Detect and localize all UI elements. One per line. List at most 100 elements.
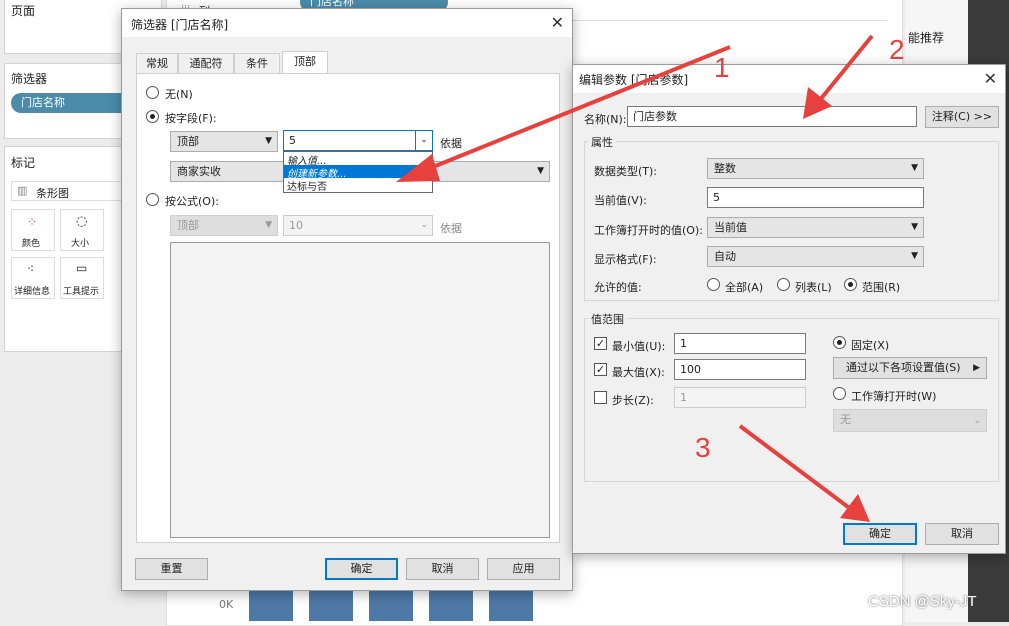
arrow-right-icon: ▶	[973, 363, 980, 373]
bar	[249, 591, 293, 621]
min-label: 最小值(U):	[612, 340, 666, 353]
allow-list-radio[interactable]	[777, 278, 790, 291]
axis-tick: 0K	[219, 598, 234, 611]
by-label: 依据	[440, 137, 462, 150]
wb-open-label: 工作簿打开时(W)	[851, 390, 937, 403]
formula-top-select[interactable]: 顶部 ▼	[170, 215, 278, 236]
open-value-label: 工作簿打开时的值(O):	[594, 224, 703, 237]
formula-by-label: 依据	[440, 222, 462, 235]
open-value-select[interactable]: 当前值 ▼	[707, 217, 924, 238]
marks-label: 标记	[11, 156, 36, 170]
fixed-radio[interactable]	[833, 336, 846, 349]
allow-all-radio[interactable]	[707, 278, 720, 291]
size-icon: ◌	[76, 214, 88, 229]
max-checkbox[interactable]: ✓	[594, 363, 607, 376]
count-combo[interactable]: 5 ⌄	[283, 130, 433, 151]
color-button[interactable]: ⁘ 颜色	[11, 209, 55, 251]
cancel-button[interactable]: 取消	[406, 558, 479, 580]
chevron-down-icon: ▼	[537, 166, 544, 176]
range-label: 值范围	[588, 311, 627, 327]
count-dropdown-list: 输入值... 创建新参数... 达标与否	[283, 151, 433, 193]
format-label: 显示格式(F):	[594, 253, 657, 266]
chevron-down-icon: ▼	[265, 136, 272, 146]
close-icon[interactable]: ✕	[984, 69, 997, 88]
chevron-down-icon: ▼	[911, 251, 918, 261]
annotation-2: 2	[889, 34, 905, 65]
watermark: CSDN @Sky-JT	[868, 593, 977, 610]
size-label: 大小	[71, 239, 90, 249]
detail-label: 详细信息	[14, 287, 51, 297]
formula-count-input[interactable]: 10 ⌄	[283, 215, 433, 236]
bar	[309, 591, 353, 621]
chevron-down-icon: ▼	[911, 222, 918, 232]
size-button[interactable]: ◌ 大小	[60, 209, 104, 251]
comment-button[interactable]: 注释(C) >>	[925, 106, 999, 128]
bar	[369, 591, 413, 621]
max-field[interactable]: 100	[674, 359, 806, 380]
chevron-down-icon: ▼	[265, 220, 272, 230]
mark-type-label: 条形图	[36, 187, 69, 200]
none-radio[interactable]	[146, 86, 159, 99]
tab-top[interactable]: 顶部	[282, 51, 328, 74]
color-icon: ⁘	[27, 215, 38, 229]
set-from-button[interactable]: 通过以下各项设置值(S) ▶	[833, 357, 987, 379]
top-select[interactable]: 顶部 ▼	[170, 131, 278, 152]
allow-range-label: 范围(R)	[862, 281, 901, 294]
param-titlebar: 编辑参数 [门店参数] ✕	[573, 65, 1005, 93]
allowed-label: 允许的值:	[594, 281, 642, 294]
reset-button[interactable]: 重置	[135, 558, 208, 580]
bar	[489, 591, 533, 621]
list-item[interactable]: 达标与否	[284, 178, 432, 193]
current-value-label: 当前值(V):	[594, 194, 647, 207]
max-label: 最大值(X):	[612, 366, 665, 379]
tooltip-label: 工具提示	[63, 287, 100, 297]
chevron-down-icon: ⌄	[973, 416, 981, 426]
step-checkbox[interactable]	[594, 391, 607, 404]
annotation-1: 1	[714, 52, 730, 83]
tooltip-button[interactable]: ▭ 工具提示	[60, 257, 104, 299]
chevron-down-icon: ⌄	[420, 220, 428, 230]
ok-button[interactable]: 确定	[325, 558, 398, 580]
step-field[interactable]: 1	[674, 387, 806, 408]
allow-all-label: 全部(A)	[725, 281, 764, 294]
annotation-3: 3	[695, 432, 711, 463]
edit-parameter-dialog: 编辑参数 [门店参数] ✕ 名称(N): 门店参数 注释(C) >> 属性 数据类…	[572, 64, 1006, 554]
chevron-down-icon: ▼	[911, 163, 918, 173]
none-label: 无(N)	[165, 88, 193, 101]
list-item[interactable]: 创建新参数...	[284, 165, 432, 180]
close-icon[interactable]: ✕	[551, 13, 564, 32]
allow-list-label: 列表(L)	[795, 281, 832, 294]
by-field-radio[interactable]	[146, 110, 159, 123]
datatype-select[interactable]: 整数 ▼	[707, 158, 924, 179]
wb-open-radio[interactable]	[833, 387, 846, 400]
format-select[interactable]: 自动 ▼	[707, 246, 924, 267]
tab-condition[interactable]: 条件	[234, 53, 280, 73]
chevron-down-icon[interactable]: ⌄	[415, 131, 432, 150]
step-label: 步长(Z):	[612, 394, 654, 407]
by-formula-radio[interactable]	[146, 193, 159, 206]
allow-range-radio[interactable]	[844, 278, 857, 291]
param-ok-button[interactable]: 确定	[843, 523, 917, 545]
name-label: 名称(N):	[584, 113, 627, 126]
wb-open-select[interactable]: 无 ⌄	[833, 409, 987, 432]
detail-button[interactable]: ⁖ 详细信息	[11, 257, 55, 299]
name-field[interactable]: 门店参数	[627, 106, 917, 127]
filter-titlebar: 筛选器 [门店名称] ✕	[122, 9, 572, 37]
recommend-label: 能推荐	[908, 31, 945, 45]
min-field[interactable]: 1	[674, 333, 806, 354]
current-value-field[interactable]: 5	[707, 187, 924, 208]
param-cancel-button[interactable]: 取消	[925, 523, 999, 545]
filter-dialog: 筛选器 [门店名称] ✕ 常规 通配符 条件 顶部 无(N) 按字段(F): 顶部…	[121, 8, 573, 591]
detail-icon: ⁖	[27, 262, 35, 276]
tab-wildcard[interactable]: 通配符	[178, 53, 234, 73]
min-checkbox[interactable]: ✓	[594, 337, 607, 350]
by-formula-label: 按公式(O):	[165, 195, 219, 208]
pages-label: 页面	[11, 4, 36, 18]
list-item[interactable]: 输入值...	[284, 152, 432, 167]
filters-label: 筛选器	[11, 72, 48, 86]
filter-pill[interactable]: 门店名称	[11, 93, 131, 113]
tab-strip: 常规 通配符 条件 顶部	[136, 51, 556, 74]
formula-editor[interactable]	[170, 242, 550, 538]
apply-button[interactable]: 应用	[487, 558, 560, 580]
tab-general[interactable]: 常规	[136, 53, 178, 73]
